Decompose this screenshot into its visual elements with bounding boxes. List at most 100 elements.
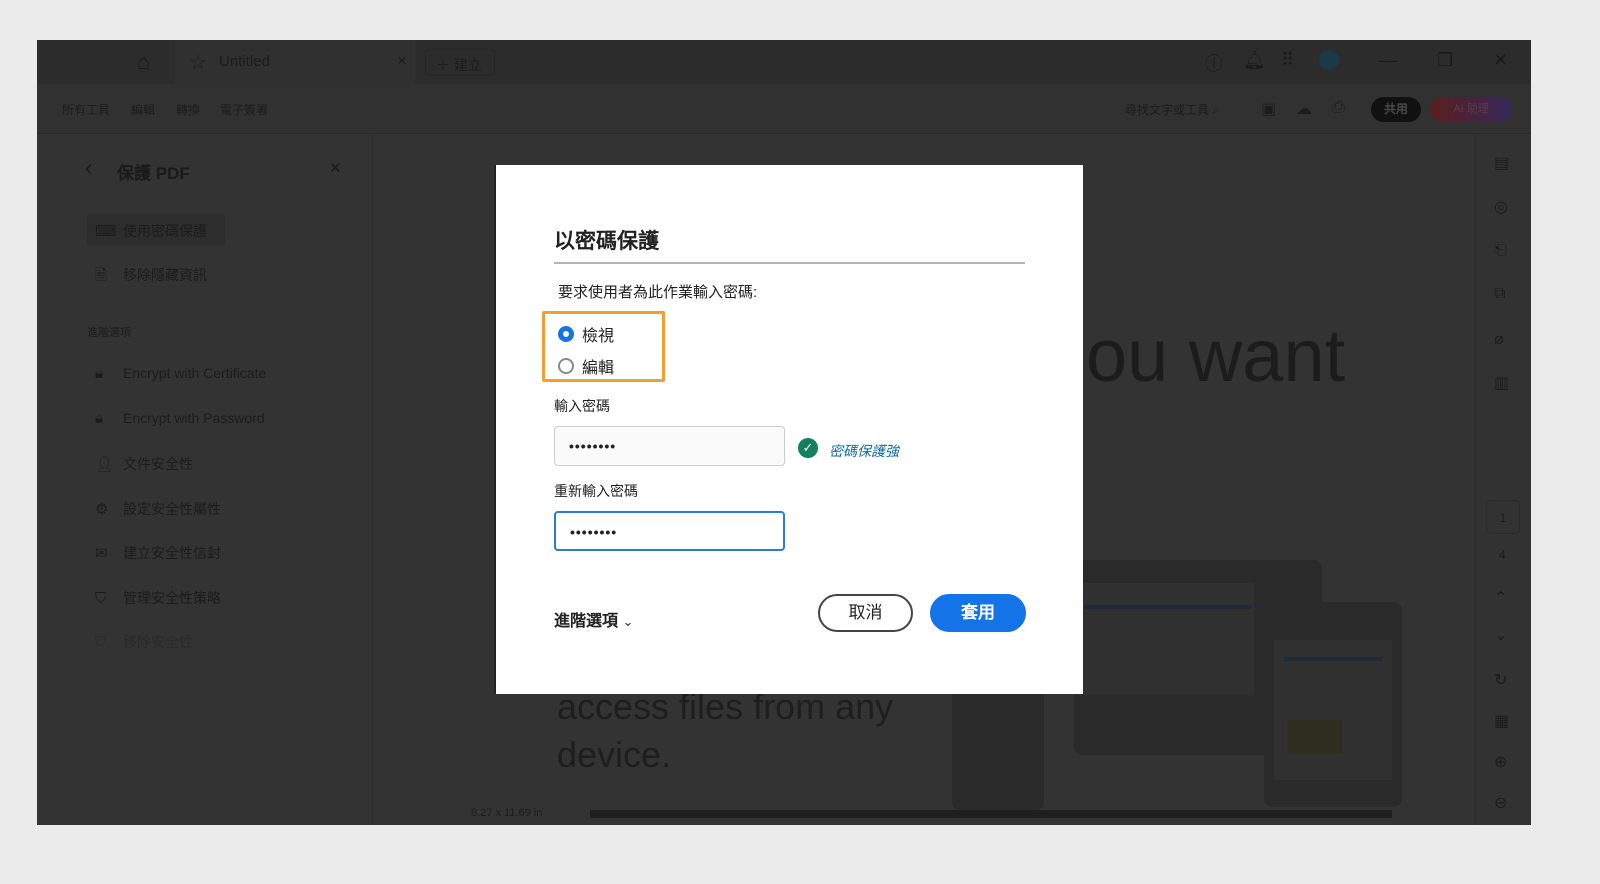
tab-title: Untitled bbox=[219, 53, 270, 70]
right-toolbar: ▤ ◎ ⎗ ⧉ ⌀ ▥ 1 4 ⌃ ⌄ ↻ ▦ ⊕ ⊖ bbox=[1475, 135, 1531, 825]
cloud-upload-icon[interactable]: ☁ bbox=[1296, 99, 1312, 119]
save-icon[interactable]: ▣ bbox=[1261, 99, 1276, 119]
item-label: 移除安全性 bbox=[123, 634, 193, 650]
advanced-options-toggle[interactable]: 進階選項 ⌄ bbox=[554, 607, 633, 631]
item-label: Encrypt with Certificate bbox=[123, 365, 267, 381]
panel-item-password-protect[interactable]: ⌨ 使用密碼保護 bbox=[87, 214, 225, 246]
zoom-out-icon[interactable]: ⊖ bbox=[1494, 793, 1507, 813]
gear-lock-icon: ⚙ bbox=[95, 501, 109, 518]
protect-pdf-panel: ‹ 保護 PDF ✕ ⌨ 使用密碼保護 🗎 移除隱藏資訊 進階選項 🔒︎ Encryp… bbox=[37, 135, 373, 825]
panel-item-encrypt-certificate[interactable]: 🔒︎ Encrypt with Certificate bbox=[87, 358, 337, 390]
share-button[interactable]: 共用 bbox=[1371, 97, 1421, 122]
menu-convert[interactable]: 轉換 bbox=[176, 101, 200, 118]
item-label: Encrypt with Password bbox=[123, 410, 265, 426]
panel-item-remove-security: ⛉ 移除安全性 bbox=[87, 625, 337, 657]
chevron-down-icon: ⌄ bbox=[622, 614, 634, 629]
menu-edit[interactable]: 編輯 bbox=[131, 101, 155, 118]
chevron-up-icon[interactable]: ⌃ bbox=[1494, 588, 1507, 608]
page-number-input[interactable]: 1 bbox=[1486, 500, 1520, 534]
panel-item-security-envelope[interactable]: ✉ 建立安全性信封 bbox=[87, 536, 337, 568]
item-label: 建立安全性信封 bbox=[123, 545, 221, 561]
radio-selected-icon[interactable] bbox=[558, 326, 574, 342]
ai-assistant-button[interactable]: AI 助理 bbox=[1430, 97, 1512, 122]
dialog-title: 以密碼保護 bbox=[554, 230, 659, 253]
cancel-button[interactable]: 取消 bbox=[818, 594, 913, 632]
password-input[interactable]: •••••••• bbox=[554, 426, 785, 466]
panel-item-security-properties[interactable]: ⚙ 設定安全性屬性 bbox=[87, 492, 337, 524]
chevron-down-icon[interactable]: ⌄ bbox=[1494, 625, 1507, 645]
find-text-tools[interactable]: 尋找文字或工具 ⌕ bbox=[1125, 101, 1219, 118]
monitor-screen bbox=[1074, 583, 1254, 695]
item-label: 設定安全性屬性 bbox=[123, 501, 221, 517]
close-window-icon[interactable]: ✕ bbox=[1493, 50, 1508, 71]
password-lock-icon: ⌨ bbox=[95, 223, 117, 240]
document-body: access files from any device. bbox=[557, 683, 893, 779]
user-lock-icon: 👤︎ bbox=[95, 456, 115, 473]
radio-unselected-icon[interactable] bbox=[558, 358, 574, 374]
bookmark-icon[interactable]: ⎗ bbox=[1494, 241, 1507, 259]
body-line: device. bbox=[557, 734, 672, 775]
page-fit-icon[interactable]: ▦ bbox=[1494, 711, 1509, 731]
item-label: 移除隱藏資訊 bbox=[123, 267, 207, 283]
print-icon[interactable]: ⎙ bbox=[1332, 99, 1345, 117]
item-label: 文件安全性 bbox=[123, 456, 193, 472]
item-label: 管理安全性策略 bbox=[123, 590, 221, 606]
radio-view[interactable]: 檢視 bbox=[558, 322, 614, 346]
panel-item-encrypt-password[interactable]: 🔒︎ Encrypt with Password bbox=[87, 403, 337, 435]
search-icon: ⌕ bbox=[1212, 103, 1220, 117]
star-icon[interactable]: ☆ bbox=[189, 50, 207, 75]
dialog-prompt: 要求使用者為此作業輸入密碼: bbox=[558, 284, 758, 301]
shield-icon: ⛉ bbox=[95, 590, 107, 607]
panel-item-remove-hidden[interactable]: 🗎 移除隱藏資訊 bbox=[87, 258, 337, 290]
phone-illustration bbox=[952, 680, 1044, 810]
close-tab-icon[interactable]: × bbox=[397, 51, 407, 71]
radio-label: 檢視 bbox=[582, 328, 615, 345]
horizontal-scrollbar[interactable] bbox=[590, 810, 1392, 818]
menu-esign[interactable]: 電子簽署 bbox=[220, 101, 268, 118]
section-heading: 進階選項 bbox=[87, 327, 131, 339]
check-circle-icon: ✓ bbox=[798, 438, 818, 458]
avatar[interactable] bbox=[1319, 50, 1339, 70]
restore-icon[interactable]: ❐ bbox=[1437, 50, 1453, 71]
panel-title: 保護 PDF bbox=[117, 164, 190, 183]
password-strength: 密碼保護強 bbox=[829, 443, 899, 459]
radio-edit[interactable]: 編輯 bbox=[558, 354, 614, 378]
help-icon[interactable]: ⓘ bbox=[1205, 50, 1223, 76]
illustration-line bbox=[1284, 657, 1382, 661]
apps-grid-icon[interactable]: ⠿ bbox=[1281, 50, 1294, 71]
back-icon[interactable]: ‹ bbox=[85, 155, 92, 181]
certificate-lock-icon: 🔒︎ bbox=[95, 365, 103, 382]
create-label: 建立 bbox=[453, 57, 482, 73]
close-panel-icon[interactable]: ✕ bbox=[329, 159, 342, 177]
bell-icon[interactable]: 🔔︎ bbox=[1243, 50, 1266, 71]
password-protect-dialog: 以密碼保護 要求使用者為此作業輸入密碼: 檢視 編輯 輸入密碼 ••••••••… bbox=[494, 165, 1083, 694]
minimize-icon[interactable]: — bbox=[1379, 50, 1397, 71]
redact-doc-icon: 🗎 bbox=[95, 267, 108, 284]
edit-doc-icon[interactable]: ▤ bbox=[1494, 153, 1509, 173]
attachment-icon[interactable]: ⌀ bbox=[1494, 329, 1504, 349]
zoom-in-icon[interactable]: ⊕ bbox=[1494, 752, 1507, 772]
confirm-password-label: 重新輸入密碼 bbox=[554, 483, 638, 499]
panel-item-document-security[interactable]: 👤︎ 文件安全性 bbox=[87, 447, 337, 479]
find-label: 尋找文字或工具 bbox=[1125, 103, 1210, 117]
illustration-block bbox=[1287, 720, 1342, 753]
home-icon[interactable]: ⌂ bbox=[137, 49, 163, 75]
comment-icon[interactable]: ◎ bbox=[1494, 197, 1508, 217]
advanced-label: 進階選項 bbox=[554, 613, 619, 630]
apply-button[interactable]: 套用 bbox=[930, 594, 1026, 632]
password-label: 輸入密碼 bbox=[554, 398, 610, 414]
create-button[interactable]: ＋ 建立 bbox=[425, 49, 495, 76]
envelope-lock-icon: ✉ bbox=[95, 545, 108, 562]
panel-item-security-policies[interactable]: ⛉ 管理安全性策略 bbox=[87, 581, 337, 613]
menu-all-tools[interactable]: 所有工具 bbox=[62, 101, 110, 118]
document-tab[interactable]: ☆ Untitled × bbox=[175, 40, 415, 84]
radio-label: 編輯 bbox=[582, 360, 615, 377]
tab-bar: ⌂ ☆ Untitled × ＋ 建立 ⓘ 🔔︎ ⠿ — ❐ ✕ bbox=[37, 40, 1531, 84]
main-toolbar: 所有工具 編輯 轉換 電子簽署 尋找文字或工具 ⌕ ▣ ☁ ⎙ 共用 AI 助理 bbox=[37, 84, 1531, 134]
confirm-password-input[interactable]: •••••••• bbox=[554, 511, 785, 551]
document-icon[interactable]: ▥ bbox=[1494, 373, 1509, 393]
pages-icon[interactable]: ⧉ bbox=[1494, 285, 1505, 303]
page-total: 4 bbox=[1499, 548, 1506, 562]
rotate-icon[interactable]: ↻ bbox=[1494, 670, 1507, 690]
page-size: 8.27 x 11.69 in bbox=[471, 807, 543, 819]
